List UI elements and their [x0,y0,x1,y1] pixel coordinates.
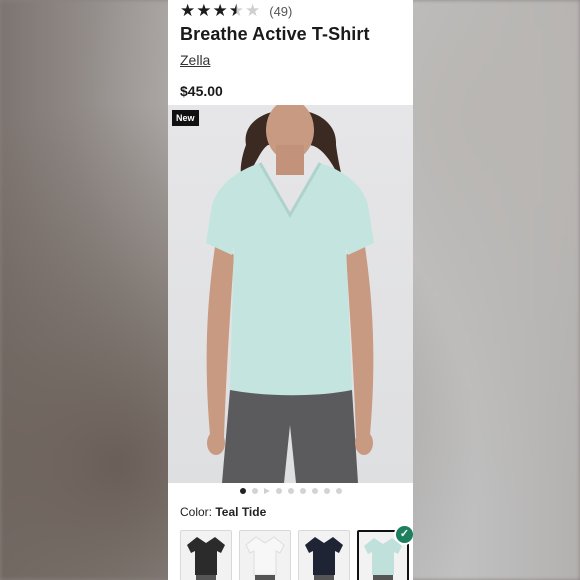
video-play-icon[interactable] [263,488,270,494]
new-badge: New [172,110,199,126]
color-label: Color: Teal Tide [180,505,267,519]
star-empty-icon: ★ [245,1,261,20]
product-page: ★ ★ ★ ★ ★ (49) Breathe Active T-Shirt Ze… [168,0,413,580]
model-photo [206,105,374,483]
swatch-shirt-image [245,536,285,580]
carousel-dot[interactable] [311,488,318,494]
review-count[interactable]: (49) [269,4,292,19]
carousel-indicator [168,488,413,494]
carousel-dot[interactable] [323,488,330,494]
product-price: $45.00 [180,83,223,99]
carousel-dot[interactable] [299,488,306,494]
carousel-dot[interactable] [275,488,282,494]
star-rating[interactable]: ★ ★ ★ ★ ★ (49) [180,2,292,20]
star-half-icon: ★ [228,1,244,20]
color-swatches [180,530,409,580]
carousel-dot[interactable] [287,488,294,494]
selected-check-icon: ✓ [394,524,413,545]
product-title: Breathe Active T-Shirt [180,24,370,44]
carousel-dot[interactable] [335,488,342,494]
carousel-dot[interactable] [239,488,246,494]
star-icon: ★ [180,1,196,20]
swatch-shirt-image [305,537,343,580]
swatch-navy[interactable] [298,530,350,580]
selected-color-name: Teal Tide [215,505,267,519]
carousel-dot[interactable] [251,488,258,494]
swatch-white[interactable] [239,530,291,580]
star-icon: ★ [196,1,212,20]
brand-link[interactable]: Zella [180,52,210,68]
swatch-shirt-image [187,537,225,580]
product-image[interactable]: New [168,105,413,483]
star-icon: ★ [212,1,228,20]
swatch-black[interactable] [180,530,232,580]
